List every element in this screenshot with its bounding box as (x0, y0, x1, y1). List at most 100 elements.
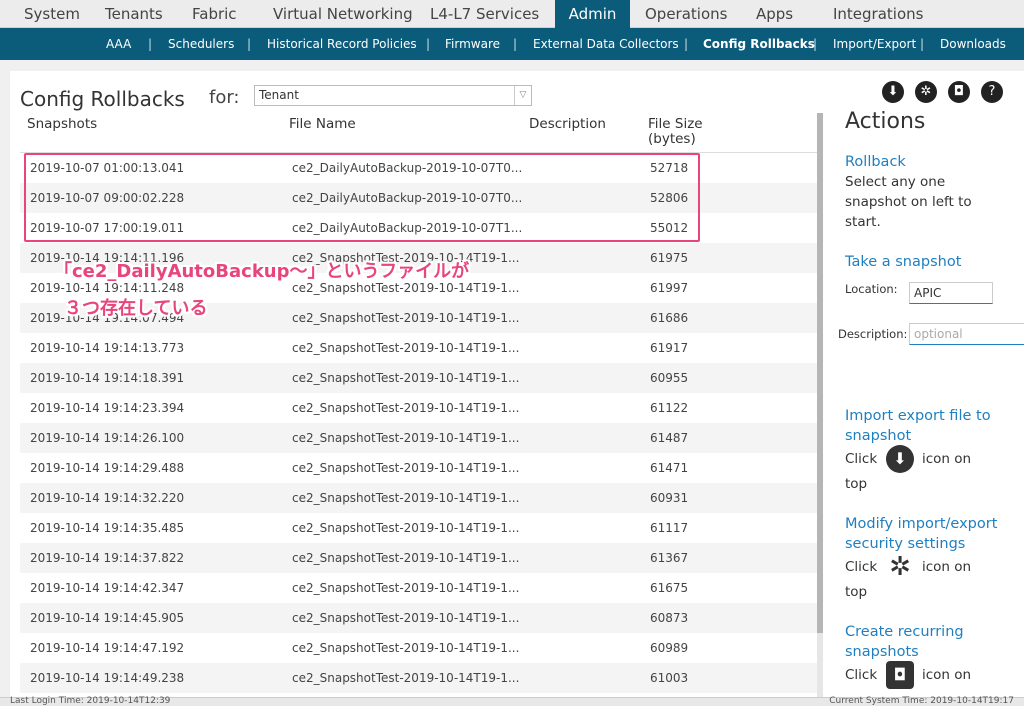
download-icon: ⬇ (886, 445, 914, 473)
file-name: ce2_SnapshotTest-2019-10-14T19-1... (292, 641, 520, 655)
file-size: 61003 (650, 671, 689, 685)
table-header: Snapshots File Name Description File Siz… (20, 115, 820, 153)
tab-apps[interactable]: Apps (744, 0, 805, 28)
subnav-external-data-collectors[interactable]: External Data Collectors (533, 28, 679, 60)
camera-icon: ◘ (886, 661, 914, 689)
camera-icon[interactable]: ◘ (948, 81, 970, 103)
actions-panel: Actions Rollback Select any one snapshot… (835, 109, 1024, 697)
tab-admin[interactable]: Admin (555, 0, 630, 28)
file-size: 61471 (650, 461, 689, 475)
file-size: 60955 (650, 371, 689, 385)
tenant-select[interactable]: Tenant ▽ (254, 85, 532, 106)
subnav-firmware[interactable]: Firmware (445, 28, 500, 60)
subnav-aaa[interactable]: AAA (106, 28, 131, 60)
file-name: ce2_SnapshotTest-2019-10-14T19-1... (292, 311, 520, 325)
file-name: ce2_SnapshotTest-2019-10-14T19-1... (292, 461, 520, 475)
location-input[interactable]: APIC (909, 282, 993, 304)
import-export-link[interactable]: Import export file to (845, 406, 991, 426)
annotation-line-2: ３つ存在している (64, 298, 208, 319)
tab-tenants[interactable]: Tenants (93, 0, 175, 28)
rollback-desc: snapshot on left to (845, 194, 972, 210)
for-label: for: (209, 87, 240, 108)
file-size-unit: (bytes) (648, 131, 696, 147)
file-size: 60989 (650, 641, 689, 655)
file-size-label: File Size (648, 116, 703, 132)
subnav-historical-record-policies[interactable]: Historical Record Policies (267, 28, 417, 60)
subnav-separator: | (684, 37, 689, 51)
take-snapshot-link[interactable]: Take a snapshot (845, 252, 961, 272)
rollback-desc: start. (845, 214, 881, 230)
column-header-description[interactable]: Description (529, 117, 606, 132)
annotation-line-1: 「ce2_DailyAutoBackup～」というファイルが (54, 261, 470, 282)
download-icon[interactable]: ⬇ (882, 81, 904, 103)
tab-virtual-networking[interactable]: Virtual Networking (261, 0, 425, 28)
tab-system[interactable]: System (12, 0, 92, 28)
file-size: 61675 (650, 581, 689, 595)
table-row[interactable]: 2019-10-14 19:14:23.394 ce2_SnapshotTest-… (20, 393, 820, 423)
import-export-link[interactable]: snapshot (845, 426, 911, 446)
modify-settings-link[interactable]: security settings (845, 534, 965, 554)
subnav-config-rollbacks[interactable]: Config Rollbacks (703, 28, 815, 60)
rollback-link[interactable]: Rollback (845, 152, 906, 172)
file-size: 60931 (650, 491, 689, 505)
table-row[interactable]: 2019-10-14 19:14:13.773 ce2_SnapshotTest-… (20, 333, 820, 363)
recurring-snapshots-link[interactable]: snapshots (845, 642, 919, 662)
snapshot-time: 2019-10-14 19:14:26.100 (30, 431, 185, 445)
tab-operations[interactable]: Operations (633, 0, 739, 28)
snapshot-time: 2019-10-14 19:14:29.488 (30, 461, 185, 475)
highlight-box (24, 153, 700, 242)
table-row[interactable]: 2019-10-14 19:14:32.220 ce2_SnapshotTest-… (20, 483, 820, 513)
click-text: Click (845, 451, 878, 467)
file-name: ce2_SnapshotTest-2019-10-14T19-1... (292, 611, 520, 625)
file-size: 61367 (650, 551, 689, 565)
snapshot-time: 2019-10-14 19:14:47.192 (30, 641, 185, 655)
subnav-separator: | (920, 37, 925, 51)
tab-integrations[interactable]: Integrations (821, 0, 935, 28)
subnav-separator: | (148, 37, 153, 51)
rollback-desc: Select any one (845, 174, 946, 190)
snapshot-time: 2019-10-14 19:14:49.238 (30, 671, 185, 685)
file-size: 61997 (650, 281, 689, 295)
gear-icon[interactable]: ✲ (915, 81, 937, 103)
table-row[interactable]: 2019-10-14 19:14:37.822 ce2_SnapshotTest-… (20, 543, 820, 573)
table-row[interactable]: 2019-10-14 19:14:47.192 ce2_SnapshotTest-… (20, 633, 820, 663)
subnav-schedulers[interactable]: Schedulers (168, 28, 234, 60)
column-header-snapshots[interactable]: Snapshots (27, 117, 97, 132)
table-row[interactable]: 2019-10-14 19:14:18.391 ce2_SnapshotTest-… (20, 363, 820, 393)
description-label: Description: (838, 327, 908, 341)
snapshot-time: 2019-10-14 19:14:18.391 (30, 371, 185, 385)
snapshot-time: 2019-10-14 19:14:35.485 (30, 521, 185, 535)
status-bar: Last Login Time: 2019-10-14T12:39 Curren… (0, 696, 1024, 706)
description-input[interactable]: optional (909, 323, 1024, 345)
file-name: ce2_SnapshotTest-2019-10-14T19-1... (292, 551, 520, 565)
snapshot-time: 2019-10-14 19:14:37.822 (30, 551, 185, 565)
subnav-separator: | (247, 37, 252, 51)
file-name: ce2_SnapshotTest-2019-10-14T19-1... (292, 431, 520, 445)
page-title: Config Rollbacks (20, 87, 185, 111)
file-size: 61917 (650, 341, 689, 355)
table-row[interactable]: 2019-10-14 19:14:49.238 ce2_SnapshotTest-… (20, 663, 820, 693)
subnav-downloads[interactable]: Downloads (940, 28, 1006, 60)
icon-on-text: icon on (922, 559, 972, 575)
main-panel: Config Rollbacks for: Tenant ▽ ⬇ ✲ ◘ ? S… (10, 71, 1024, 697)
table-row[interactable]: 2019-10-14 19:14:26.100 ce2_SnapshotTest-… (20, 423, 820, 453)
table-row[interactable]: 2019-10-14 19:14:29.488 ce2_SnapshotTest-… (20, 453, 820, 483)
tab-l4-l7-services[interactable]: L4-L7 Services (418, 0, 551, 28)
subnav-import-export[interactable]: Import/Export (833, 28, 916, 60)
recurring-snapshots-link[interactable]: Create recurring (845, 622, 964, 642)
file-name: ce2_SnapshotTest-2019-10-14T19-1... (292, 491, 520, 505)
column-header-file-size[interactable]: File Size (bytes) (648, 117, 703, 147)
click-text: Click (845, 667, 878, 683)
table-row[interactable]: 2019-10-14 19:14:45.905 ce2_SnapshotTest-… (20, 603, 820, 633)
modify-settings-link[interactable]: Modify import/export (845, 514, 997, 534)
top-text: top (845, 584, 868, 600)
column-header-file-name[interactable]: File Name (289, 117, 356, 132)
snapshot-time: 2019-10-14 19:14:23.394 (30, 401, 185, 415)
file-size: 61975 (650, 251, 689, 265)
tab-fabric[interactable]: Fabric (180, 0, 249, 28)
scrollbar-thumb[interactable] (817, 113, 823, 633)
icon-on-text: icon on (922, 451, 972, 467)
help-icon[interactable]: ? (981, 81, 1003, 103)
table-row[interactable]: 2019-10-14 19:14:42.347 ce2_SnapshotTest-… (20, 573, 820, 603)
table-row[interactable]: 2019-10-14 19:14:35.485 ce2_SnapshotTest-… (20, 513, 820, 543)
